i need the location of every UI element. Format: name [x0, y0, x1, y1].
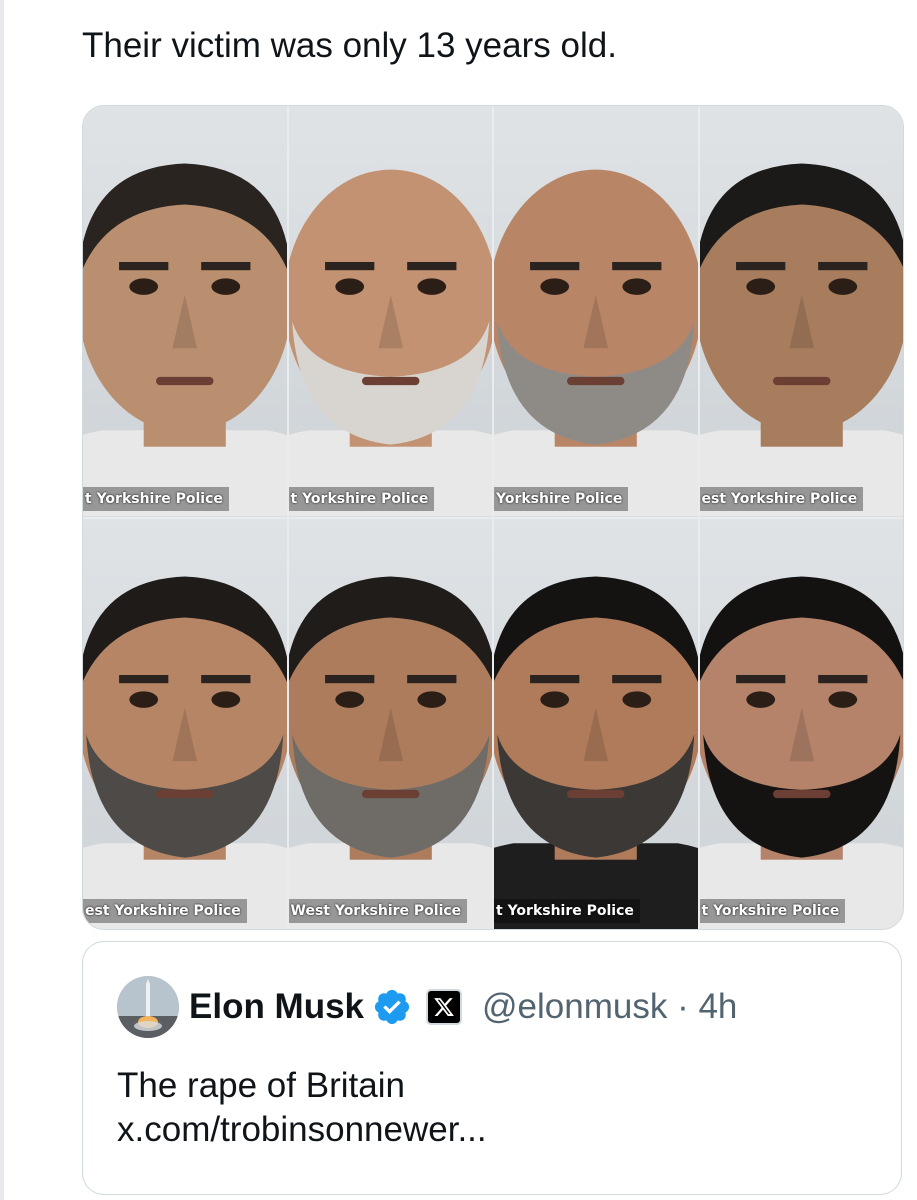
media-photo-grid[interactable]: t Yorkshire Police t Yorkshire Police Yor…: [82, 105, 904, 930]
quoted-tweet-header: Elon Musk @elonmusk · 4h: [117, 976, 737, 1038]
tweet-text: Their victim was only 13 years old.: [82, 26, 617, 65]
rocket-launch-avatar-image: [117, 976, 179, 1038]
mugshot-photo[interactable]: t Yorkshire Police: [83, 106, 287, 517]
portrait-image: [699, 575, 903, 929]
quoted-tweet-text: The rape of Britain: [117, 1066, 405, 1105]
mugshot-photo[interactable]: t Yorkshire Police: [699, 518, 903, 929]
portrait-image: [288, 575, 492, 929]
quoted-tweet-body: The rape of Britain x.com/trobinsonnewer…: [117, 1064, 487, 1152]
thread-line: [0, 0, 4, 1200]
photo-credit-label: est Yorkshire Police: [83, 899, 247, 923]
avatar[interactable]: [117, 976, 179, 1038]
portrait-image: [494, 575, 698, 929]
photo-credit-label: West Yorkshire Police: [288, 899, 468, 923]
mugshot-photo[interactable]: t Yorkshire Police: [494, 518, 698, 929]
x-logo-icon: [426, 989, 463, 1025]
mugshot-photo[interactable]: Yorkshire Police: [494, 106, 698, 517]
mugshot-photo[interactable]: t Yorkshire Police: [288, 106, 492, 517]
photo-credit-label: t Yorkshire Police: [288, 486, 435, 511]
mugshot-photo[interactable]: est Yorkshire Police: [83, 518, 287, 929]
portrait-image: [83, 575, 287, 929]
tweet-screenshot: Their victim was only 13 years old. t Yo…: [0, 0, 917, 1200]
photo-credit-label: t Yorkshire Police: [83, 486, 229, 511]
quoted-tweet[interactable]: Elon Musk @elonmusk · 4h The rape of Bri…: [82, 941, 902, 1195]
photo-credit-label: Yorkshire Police: [494, 486, 629, 511]
verified-badge-icon: [374, 989, 410, 1025]
photo-credit-label: t Yorkshire Police: [699, 899, 846, 923]
quoted-handle-time[interactable]: @elonmusk · 4h: [482, 987, 737, 1027]
photo-credit-label: t Yorkshire Police: [494, 899, 640, 923]
portrait-image: [288, 169, 492, 517]
photo-credit-label: est Yorkshire Police: [699, 486, 864, 511]
portrait-image: [494, 169, 698, 517]
mugshot-photo[interactable]: West Yorkshire Police: [288, 518, 492, 929]
quoted-author-name[interactable]: Elon Musk: [189, 987, 364, 1027]
portrait-image: [83, 163, 287, 517]
portrait-image: [699, 163, 903, 517]
quoted-tweet-link[interactable]: x.com/trobinsonnewer...: [117, 1108, 487, 1152]
mugshot-photo[interactable]: est Yorkshire Police: [699, 106, 903, 517]
